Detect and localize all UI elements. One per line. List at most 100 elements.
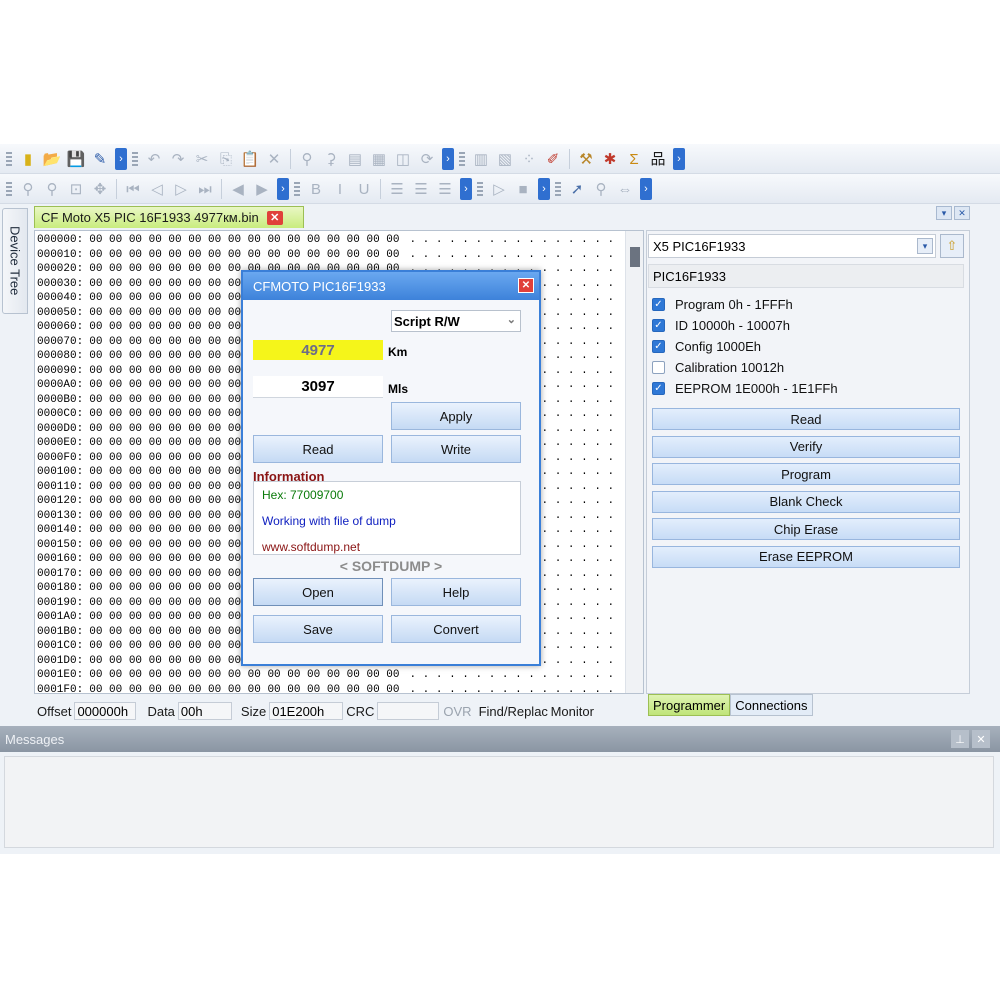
hex-bytes[interactable]: 00 00 00 00 00 00 00 00 00 00 00 00 00 0…	[89, 669, 399, 681]
grid-icon[interactable]: ▦	[368, 148, 390, 170]
pin-icon[interactable]: ⊥	[951, 730, 969, 748]
scrollbar-thumb[interactable]	[630, 247, 640, 267]
region-program[interactable]: ✓ Program 0h - 1FFFh	[652, 294, 838, 315]
hex-row[interactable]: 000000: 00 00 00 00 00 00 00 00 00 00 00 …	[37, 233, 614, 248]
first-icon[interactable]: ⏮	[122, 178, 144, 200]
region-config[interactable]: ✓ Config 1000Eh	[652, 336, 838, 357]
help-button[interactable]: Help	[391, 578, 521, 606]
read-button[interactable]: Read	[253, 435, 383, 463]
hex-ascii[interactable]: . . . . . . . . . . . . . . . .	[409, 669, 614, 681]
device-select[interactable]: X5 PIC16F1933 ▾	[648, 234, 936, 258]
dots-icon[interactable]: ⁘	[518, 148, 540, 170]
compare-icon[interactable]: ◫	[392, 148, 414, 170]
tab-programmer[interactable]: Programmer	[648, 694, 731, 716]
redo-icon[interactable]: ↷	[167, 148, 189, 170]
device-tree-tab[interactable]: Device Tree	[2, 208, 28, 314]
edit-icon[interactable]: ✐	[542, 148, 564, 170]
toolbar-overflow-icon[interactable]: ›	[640, 178, 652, 200]
save-as-icon[interactable]: ✎	[89, 148, 111, 170]
document-icon[interactable]: ▤	[344, 148, 366, 170]
zoom-out-icon[interactable]: ⚲	[41, 178, 63, 200]
close-tab-icon[interactable]: ✕	[266, 210, 283, 225]
document-tab[interactable]: CF Moto X5 PIC 16F1933 4977км.bin ✕	[34, 206, 304, 228]
write-button[interactable]: Write	[391, 435, 521, 463]
toolbar-grip[interactable]	[6, 182, 12, 196]
checkbox-icon[interactable]: ✓	[652, 298, 665, 311]
paste-icon[interactable]: 📋	[239, 148, 261, 170]
km-input[interactable]: 4977	[253, 340, 383, 360]
prev-icon[interactable]: ◁	[146, 178, 168, 200]
apply-button[interactable]: Apply	[391, 402, 521, 430]
tools-icon[interactable]: ⚒	[575, 148, 597, 170]
hex-row[interactable]: 000010: 00 00 00 00 00 00 00 00 00 00 00 …	[37, 248, 614, 263]
align-right-icon[interactable]: ☰	[434, 178, 456, 200]
toolbar-overflow-icon[interactable]: ›	[442, 148, 454, 170]
hex-bytes[interactable]: 00 00 00 00 00 00 00 00 00 00 00 00 00 0…	[89, 234, 399, 246]
forward-circle-icon[interactable]: ▶	[251, 178, 273, 200]
save-icon[interactable]: 💾	[65, 148, 87, 170]
open-folder-icon[interactable]: 📂	[41, 148, 63, 170]
chevron-down-icon[interactable]: ▾	[936, 206, 952, 220]
copy-icon[interactable]: ⎘	[215, 148, 237, 170]
script-mode-select[interactable]: Script R/W ⌄	[391, 310, 521, 332]
blank-check-button[interactable]: Blank Check	[652, 490, 960, 513]
program-button[interactable]: Program	[652, 463, 960, 486]
align-center-icon[interactable]: ☰	[410, 178, 432, 200]
underline-icon[interactable]: U	[353, 178, 375, 200]
close-icon[interactable]: ✕	[972, 730, 990, 748]
close-icon[interactable]: ✕	[954, 206, 970, 220]
toolbar-overflow-icon[interactable]: ›	[460, 178, 472, 200]
refresh-icon[interactable]: ⟳	[416, 148, 438, 170]
tab-connections[interactable]: Connections	[730, 694, 813, 716]
pages-icon[interactable]: ▧	[494, 148, 516, 170]
italic-icon[interactable]: I	[329, 178, 351, 200]
toolbar-grip[interactable]	[555, 182, 561, 196]
region-eeprom[interactable]: ✓ EEPROM 1E000h - 1E1FFh	[652, 378, 838, 399]
network-icon[interactable]: 品	[647, 148, 669, 170]
toolbar-overflow-icon[interactable]: ›	[115, 148, 127, 170]
fit-icon[interactable]: ⊡	[65, 178, 87, 200]
erase-eeprom-button[interactable]: Erase EEPROM	[652, 545, 960, 568]
hex-ascii[interactable]: . . . . . . . . . . . . . . . .	[409, 234, 614, 246]
find-icon[interactable]: ⚲	[296, 148, 318, 170]
bug-icon[interactable]: ✱	[599, 148, 621, 170]
align-left-icon[interactable]: ☰	[386, 178, 408, 200]
delete-icon[interactable]: ✕	[263, 148, 285, 170]
toolbar-grip[interactable]	[477, 182, 483, 196]
pointer-icon[interactable]: ➚	[566, 178, 588, 200]
zoom-in-icon[interactable]: ⚲	[17, 178, 39, 200]
new-chip-icon[interactable]: ▮	[17, 148, 39, 170]
bold-icon[interactable]: B	[305, 178, 327, 200]
hex-bytes[interactable]: 00 00 00 00 00 00 00 00 00 00 00 00 00 0…	[89, 684, 399, 694]
sigma-icon[interactable]: Σ	[623, 148, 645, 170]
replace-icon[interactable]: ⚳	[320, 148, 342, 170]
monitor-tab[interactable]: Monitor	[548, 704, 597, 719]
hex-row[interactable]: 0001E0: 00 00 00 00 00 00 00 00 00 00 00 …	[37, 668, 614, 683]
page-icon[interactable]: ▥	[470, 148, 492, 170]
toolbar-grip[interactable]	[6, 152, 12, 166]
region-calibration[interactable]: Calibration 10012h	[652, 357, 838, 378]
convert-button[interactable]: Convert	[391, 615, 521, 643]
hex-row[interactable]: 0001F0: 00 00 00 00 00 00 00 00 00 00 00 …	[37, 683, 614, 694]
find-replace-tab[interactable]: Find/Replace	[476, 704, 548, 719]
open-device-icon[interactable]: ⇧	[940, 234, 964, 258]
chevron-down-icon[interactable]: ▾	[917, 238, 933, 254]
verify-button[interactable]: Verify	[652, 435, 960, 458]
read-button[interactable]: Read	[652, 408, 960, 430]
checkbox-icon[interactable]	[652, 361, 665, 374]
undo-icon[interactable]: ↶	[143, 148, 165, 170]
back-circle-icon[interactable]: ◀	[227, 178, 249, 200]
toolbar-overflow-icon[interactable]: ›	[277, 178, 289, 200]
close-icon[interactable]: ✕	[518, 278, 534, 293]
chip-erase-button[interactable]: Chip Erase	[652, 518, 960, 541]
hex-bytes[interactable]: 00 00 00 00 00 00 00 00 00 00 00 00 00 0…	[89, 249, 399, 261]
toolbar-grip[interactable]	[294, 182, 300, 196]
checkbox-icon[interactable]: ✓	[652, 382, 665, 395]
hex-ascii[interactable]: . . . . . . . . . . . . . . . .	[409, 249, 614, 261]
toolbar-grip[interactable]	[132, 152, 138, 166]
cut-icon[interactable]: ✂	[191, 148, 213, 170]
dialog-titlebar[interactable]: CFMOTO PIC16F1933 ✕	[243, 272, 539, 300]
mls-input[interactable]: 3097	[253, 376, 383, 398]
play-icon[interactable]: ▷	[488, 178, 510, 200]
toolbar-grip[interactable]	[459, 152, 465, 166]
